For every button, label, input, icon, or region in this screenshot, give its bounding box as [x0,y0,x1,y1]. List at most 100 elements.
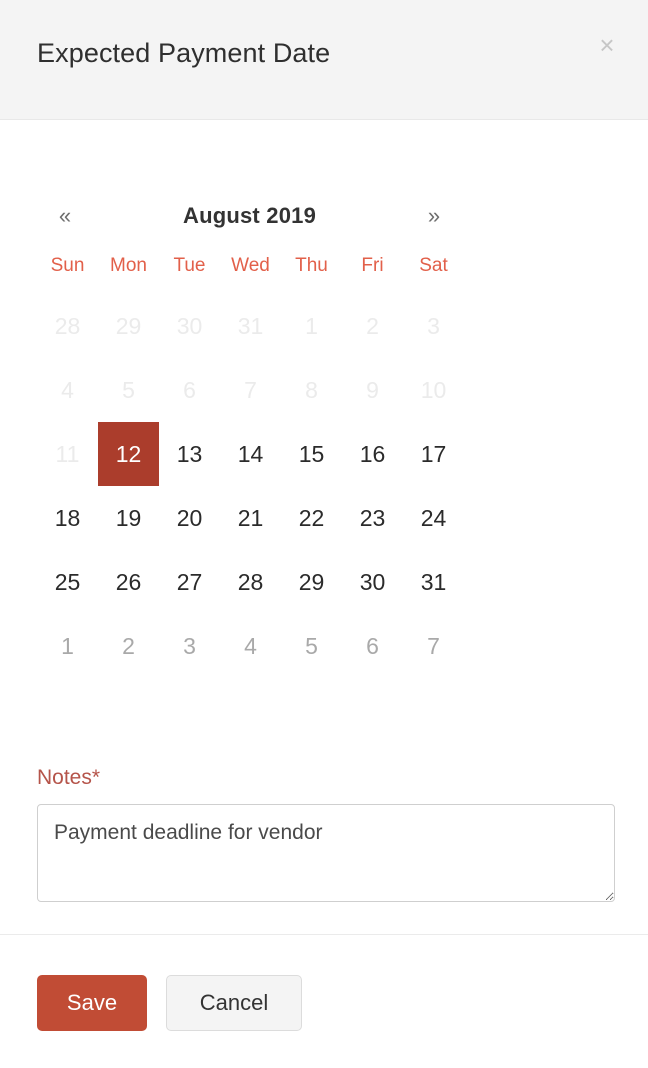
calendar-day-label: 12 [98,422,159,486]
calendar-day-label: 7 [427,632,440,659]
calendar-day-label: 28 [237,568,264,595]
calendar-day-cell[interactable]: 6 [342,614,403,678]
calendar-day-label: 7 [244,376,257,403]
calendar-day-label: 29 [115,312,142,339]
calendar-day-cell[interactable]: 13 [159,422,220,486]
calendar-day-label: 18 [54,504,81,531]
calendar-day-label: 28 [54,312,81,339]
calendar-day-cell[interactable]: 14 [220,422,281,486]
weekday-header-tue: Tue [173,255,206,276]
calendar-day-label: 17 [420,440,447,467]
calendar-day-cell: 31 [220,294,281,358]
modal-body: « August 2019 » Sun Mon Tue Wed Thu Fri Sat 28… [0,120,648,934]
calendar-day-cell[interactable]: 22 [281,486,342,550]
weekday-header-wed: Wed [231,255,270,276]
modal-footer: Save Cancel [0,934,648,1068]
weekday-header-sat: Sat [419,255,448,276]
datepicker-month-label[interactable]: August 2019 [93,203,406,229]
calendar-day-label: 6 [183,376,196,403]
calendar-day-label: 24 [420,504,447,531]
calendar-day-label: 31 [237,312,264,339]
calendar-day-label: 9 [366,376,379,403]
calendar-day-label: 26 [115,568,142,595]
calendar-day-label: 2 [366,312,379,339]
calendar-day-cell[interactable]: 28 [220,550,281,614]
calendar-day-cell[interactable]: 2 [98,614,159,678]
calendar-day-cell[interactable]: 21 [220,486,281,550]
calendar-day-cell: 6 [159,358,220,422]
calendar-day-cell: 29 [98,294,159,358]
calendar-day-cell[interactable]: 5 [281,614,342,678]
calendar-day-cell[interactable]: 17 [403,422,464,486]
cancel-button[interactable]: Cancel [166,975,302,1031]
calendar-day-cell[interactable]: 19 [98,486,159,550]
prev-month-icon[interactable]: « [37,205,93,227]
calendar-day-cell[interactable]: 27 [159,550,220,614]
calendar-day-cell[interactable]: 3 [159,614,220,678]
calendar-day-label: 3 [183,632,196,659]
calendar-day-cell[interactable]: 26 [98,550,159,614]
calendar-day-label: 8 [305,376,318,403]
next-month-icon[interactable]: » [406,205,462,227]
calendar-day-label: 14 [237,440,264,467]
calendar-day-label: 2 [122,632,135,659]
calendar-day-label: 1 [305,312,318,339]
calendar-day-cell[interactable]: 4 [220,614,281,678]
calendar-day-cell: 28 [37,294,98,358]
calendar-day-cell[interactable]: 25 [37,550,98,614]
calendar-day-label: 16 [359,440,386,467]
calendar-day-cell[interactable]: 16 [342,422,403,486]
calendar-day-label: 30 [176,312,203,339]
calendar-day-label: 5 [305,632,318,659]
calendar-day-cell: 7 [220,358,281,422]
datepicker-day-grid: 28 29 30 31 1 2 3 4 5 6 7 8 9 10 11 12 13 14 15 16 17 18 19 20 2… [37,294,462,678]
weekday-header-fri: Fri [361,255,384,276]
calendar-day-cell: 11 [37,422,98,486]
datepicker-weekday-header: Sun Mon Tue Wed Thu Fri Sat [37,244,462,288]
calendar-day-label: 6 [366,632,379,659]
calendar-day-cell[interactable]: 31 [403,550,464,614]
calendar-day-cell: 1 [281,294,342,358]
calendar-day-label: 30 [359,568,386,595]
page-title: Expected Payment Date [37,38,331,68]
close-icon[interactable]: × [592,30,622,60]
calendar-day-cell[interactable]: 1 [37,614,98,678]
calendar-day-cell[interactable]: 30 [342,550,403,614]
calendar-day-label: 19 [115,504,142,531]
calendar-day-label: 5 [122,376,135,403]
datepicker: « August 2019 » Sun Mon Tue Wed Thu Fri Sat 28… [37,188,462,678]
calendar-day-label: 22 [298,504,325,531]
weekday-header-sun: Sun [50,255,85,276]
calendar-day-cell[interactable]: 18 [37,486,98,550]
calendar-day-cell[interactable]: 15 [281,422,342,486]
calendar-day-cell: 30 [159,294,220,358]
calendar-day-cell[interactable]: 23 [342,486,403,550]
calendar-day-cell: 9 [342,358,403,422]
calendar-day-label: 20 [176,504,203,531]
calendar-day-label: 23 [359,504,386,531]
calendar-day-cell[interactable]: 29 [281,550,342,614]
notes-input[interactable] [37,804,615,902]
calendar-day-label: 11 [55,440,80,467]
calendar-day-cell: 8 [281,358,342,422]
calendar-day-cell[interactable]: 12 [98,422,159,486]
calendar-day-cell[interactable]: 24 [403,486,464,550]
notes-field-group: Notes* [37,766,615,902]
calendar-day-label: 31 [420,568,447,595]
calendar-day-cell: 10 [403,358,464,422]
notes-label: Notes* [37,766,101,789]
calendar-day-cell[interactable]: 7 [403,614,464,678]
calendar-day-label: 25 [54,568,81,595]
calendar-day-cell: 4 [37,358,98,422]
expected-payment-date-modal: Expected Payment Date × « August 2019 » … [0,0,648,1068]
save-button[interactable]: Save [37,975,147,1031]
calendar-day-cell[interactable]: 20 [159,486,220,550]
calendar-day-label: 10 [420,376,447,403]
calendar-day-label: 4 [244,632,257,659]
weekday-header-mon: Mon [110,255,147,276]
calendar-day-label: 1 [61,632,74,659]
calendar-day-label: 4 [61,376,74,403]
calendar-day-label: 15 [298,440,325,467]
weekday-header-thu: Thu [295,255,328,276]
calendar-day-label: 13 [176,440,203,467]
